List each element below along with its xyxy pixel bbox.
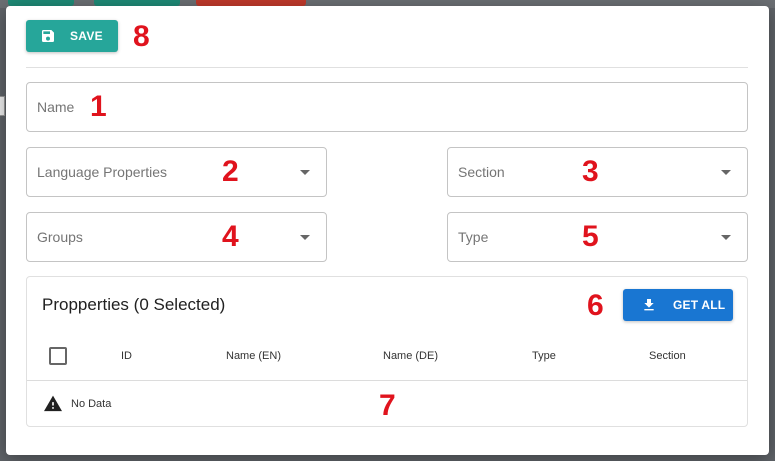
language-properties-placeholder: Language Properties xyxy=(37,164,167,180)
type-placeholder: Type xyxy=(458,229,489,245)
annotation-marker-5: 5 xyxy=(582,220,599,253)
select-all-checkbox[interactable] xyxy=(49,347,67,365)
properties-title: Propperties (0 Selected) xyxy=(42,295,226,314)
column-header-id[interactable]: ID xyxy=(121,350,132,362)
column-header-name-de[interactable]: Name (DE) xyxy=(383,350,438,362)
caret-down-icon xyxy=(721,235,731,240)
warning-icon xyxy=(44,395,62,412)
name-field[interactable]: Name xyxy=(26,82,748,132)
annotation-marker-6: 6 xyxy=(587,289,604,322)
download-icon xyxy=(644,299,654,311)
get-all-button[interactable]: GET ALL xyxy=(623,289,733,321)
section-placeholder: Section xyxy=(458,164,505,180)
groups-select[interactable]: Groups xyxy=(26,212,327,262)
header-divider xyxy=(26,67,748,68)
floppy-disk-icon xyxy=(42,30,54,42)
caret-down-icon xyxy=(300,235,310,240)
caret-down-icon xyxy=(300,170,310,175)
language-properties-select[interactable]: Language Properties xyxy=(26,147,327,197)
annotation-marker-4: 4 xyxy=(222,220,239,253)
caret-down-icon xyxy=(721,170,731,175)
annotation-marker-2: 2 xyxy=(222,155,239,188)
get-all-button-label: GET ALL xyxy=(673,298,726,312)
no-data-text: No Data xyxy=(71,398,112,410)
annotation-marker-3: 3 xyxy=(582,155,599,188)
column-header-section[interactable]: Section xyxy=(649,350,686,362)
name-placeholder: Name xyxy=(37,99,75,115)
column-header-name-en[interactable]: Name (EN) xyxy=(226,350,281,362)
groups-placeholder: Groups xyxy=(37,229,83,245)
properties-dialog: SAVE 8 Name 1 Language Properties 2 Sect… xyxy=(6,6,769,455)
column-header-type[interactable]: Type xyxy=(532,350,556,362)
properties-panel: Propperties (0 Selected) GET ALL 6 ID Na… xyxy=(26,276,748,427)
background-control xyxy=(0,96,5,116)
annotation-marker-1: 1 xyxy=(90,90,107,123)
annotation-marker-7: 7 xyxy=(379,389,396,422)
table-header: ID Name (EN) Name (DE) Type Section xyxy=(27,337,747,381)
save-button-label: SAVE xyxy=(70,29,103,43)
annotation-marker-8: 8 xyxy=(133,20,150,53)
save-button[interactable]: SAVE xyxy=(26,20,118,52)
